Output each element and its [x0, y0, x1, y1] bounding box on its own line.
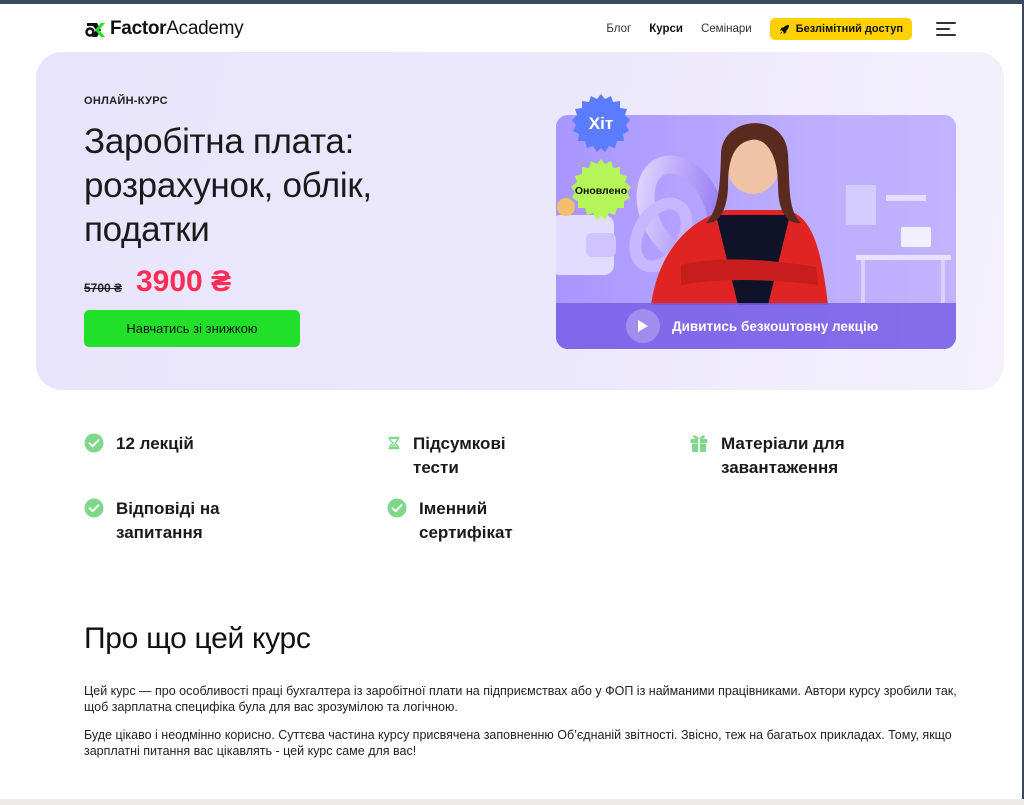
- menu-icon[interactable]: [936, 22, 956, 36]
- feature-label: Іменний сертифікат: [419, 499, 513, 542]
- logo-text: FactorAcademy: [110, 18, 244, 39]
- feature-label: 12 лекцій: [116, 434, 194, 453]
- gift-icon: [690, 435, 708, 452]
- enroll-discount-button[interactable]: Навчатись зі знижкою: [84, 310, 300, 347]
- nav-seminars[interactable]: Семінари: [701, 23, 752, 35]
- main-nav: Блог Курси Семінари: [588, 23, 751, 35]
- updated-badge: Оновлено: [569, 158, 633, 222]
- watch-free-lecture-label: Дивитись безкоштовну лекцію: [672, 318, 879, 334]
- old-price: 5700 ₴: [84, 281, 123, 295]
- logo-icon: [85, 23, 105, 37]
- new-price: 3900 ₴: [136, 265, 232, 298]
- feature-label: Підсумкові тести: [413, 434, 506, 477]
- unlimited-access-label: Безлімітний доступ: [795, 23, 903, 35]
- about-course-heading: Про що цей курс: [84, 622, 311, 655]
- logo-link[interactable]: FactorAcademy: [84, 18, 244, 40]
- feature-label: Матеріали для завантаження: [721, 434, 845, 477]
- nav-blog[interactable]: Блог: [606, 23, 631, 35]
- feature-answers: Відповіді на запитання: [84, 497, 220, 545]
- hourglass-icon: [388, 436, 400, 450]
- video-bar[interactable]: Дивитись безкоштовну лекцію: [556, 303, 956, 349]
- site-header: FactorAcademy Блог Курси Семінари Безлім…: [84, 14, 956, 44]
- feature-certificate: Іменний сертифікат: [387, 497, 513, 545]
- check-circle-icon: [387, 498, 407, 518]
- window-bottom-strip: [0, 799, 1024, 805]
- about-paragraph-2: Буде цікаво і неодмінно корисно. Суттєва…: [84, 728, 952, 758]
- course-title: Заробітна плата: розрахунок, облік, пода…: [84, 122, 372, 249]
- unlimited-access-button[interactable]: Безлімітний доступ: [769, 18, 912, 40]
- play-icon[interactable]: [626, 309, 660, 343]
- window-top-border: [0, 0, 1024, 4]
- course-type-label: ОНЛАЙН-КУРС: [84, 95, 168, 107]
- updated-badge-label: Оновлено: [575, 185, 627, 197]
- rocket-icon: [779, 24, 789, 34]
- feature-tests: Підсумкові тести: [387, 432, 506, 480]
- about-paragraph-1: Цей курс — про особливості праці бухгалт…: [84, 684, 957, 714]
- check-circle-icon: [84, 498, 104, 518]
- check-circle-icon: [84, 433, 104, 453]
- feature-lectures: 12 лекцій: [84, 432, 194, 456]
- hit-badge: Хіт: [571, 93, 631, 153]
- feature-label: Відповіді на запитання: [116, 499, 220, 542]
- feature-materials: Матеріали для завантаження: [689, 432, 845, 480]
- hit-badge-label: Хіт: [589, 114, 613, 133]
- nav-courses[interactable]: Курси: [649, 23, 683, 35]
